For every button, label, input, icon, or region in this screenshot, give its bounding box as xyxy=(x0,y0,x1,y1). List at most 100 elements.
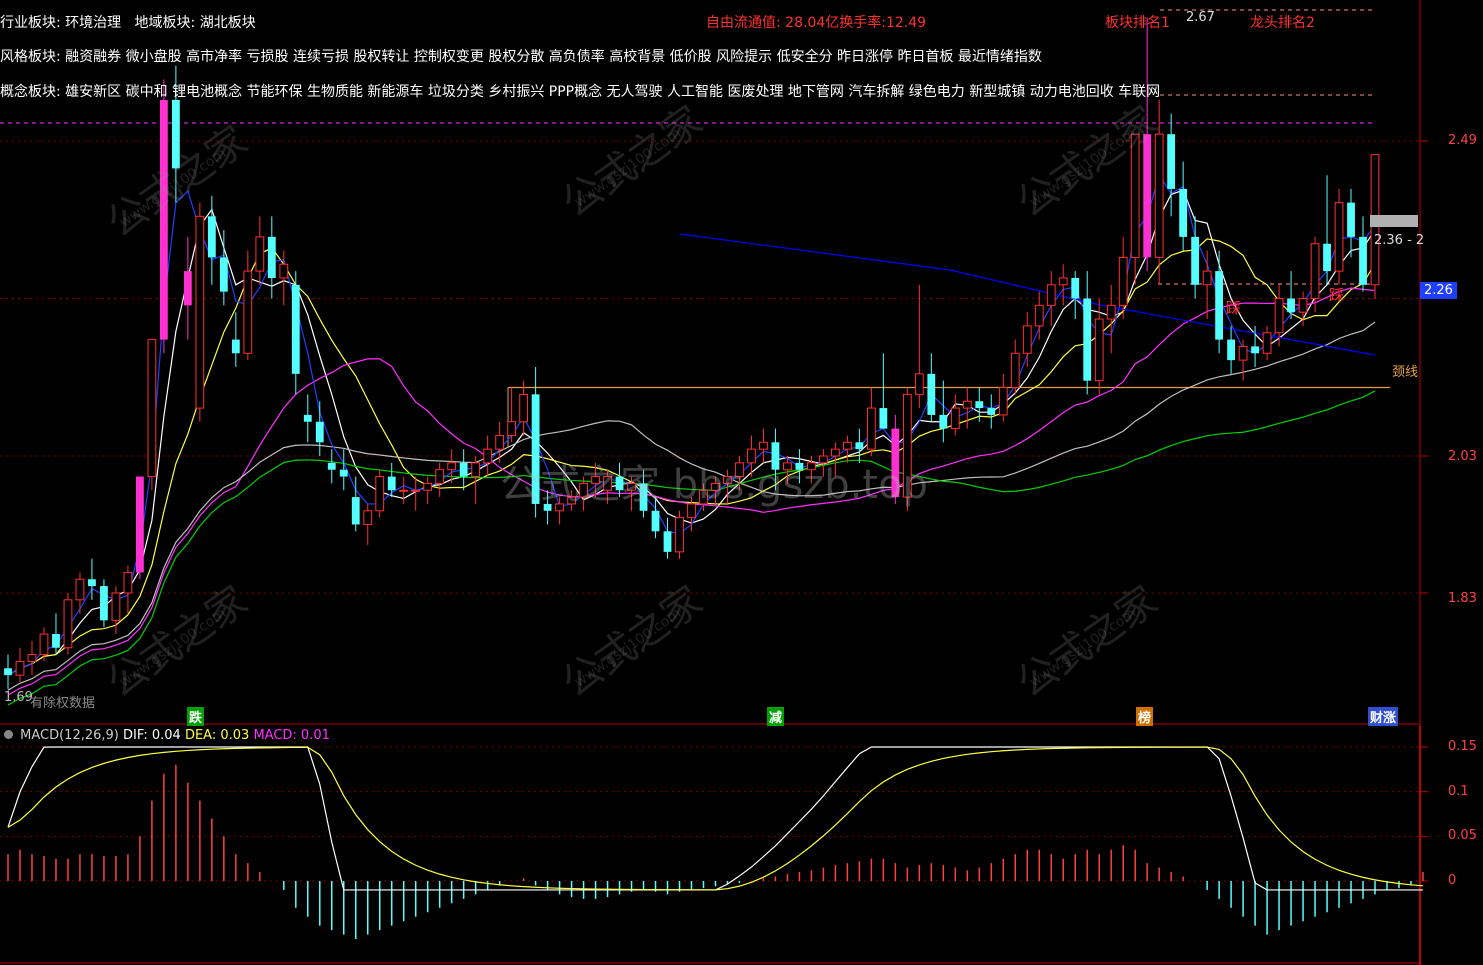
candle-body-31 xyxy=(375,476,385,512)
candle-body-81 xyxy=(975,401,984,409)
candle-body-42 xyxy=(507,421,517,436)
candle-body-71 xyxy=(855,442,864,450)
ex-rights-note: 有除权数据 xyxy=(30,696,96,711)
industry-sector-line: 行业板块: 环境治理 地域板块: 湖北板块 xyxy=(0,12,256,32)
dragon-rank: 龙头排名2 xyxy=(1250,15,1315,31)
candle-body-4 xyxy=(52,634,60,648)
dea-line xyxy=(7,746,1424,891)
style-sector-values: 融资融券 微小盘股 高市净率 亏损股 连续亏损 股权转让 控制权变更 股权分散 … xyxy=(65,49,1042,65)
candle-body-27 xyxy=(327,462,336,470)
candle-body-34 xyxy=(411,489,421,492)
candle-body-84 xyxy=(1010,352,1020,389)
candle-body-83 xyxy=(998,387,1008,416)
candle-body-35 xyxy=(423,482,433,491)
candle-body-11 xyxy=(136,476,144,573)
macd-toggle-icon[interactable] xyxy=(4,730,13,739)
candle-body-78 xyxy=(939,414,948,429)
candle-body-73 xyxy=(879,408,888,429)
macd-tick-1: 0.1 xyxy=(1448,784,1469,799)
candle-body-93 xyxy=(1118,256,1128,306)
candle-body-1 xyxy=(15,660,25,676)
candle-body-70 xyxy=(842,441,852,450)
candle-body-26 xyxy=(315,421,324,443)
candle-body-111 xyxy=(1334,202,1344,272)
candle-body-12 xyxy=(147,339,157,478)
candle-body-33 xyxy=(399,489,409,492)
candle-body-17 xyxy=(207,216,216,258)
style-sector-line: 风格板块: 融资融券 微小盘股 高市净率 亏损股 连续亏损 股权转让 控制权变更… xyxy=(0,46,1042,66)
marker-rank: 榜 xyxy=(1136,707,1154,726)
region-sector-values: 湖北板块 xyxy=(199,15,256,31)
candle-body-55 xyxy=(663,531,672,552)
candle-body-106 xyxy=(1274,298,1284,334)
candle-body-97 xyxy=(1167,134,1176,189)
candle-body-29 xyxy=(351,497,360,525)
sector-rank: 板块排名1 xyxy=(1105,15,1170,31)
candle-body-113 xyxy=(1359,236,1367,285)
candle-body-85 xyxy=(1022,325,1032,354)
candle-body-36 xyxy=(435,469,445,484)
candle-body-105 xyxy=(1262,332,1272,354)
candle-body-7 xyxy=(88,579,96,587)
y-tick-0: 2.49 xyxy=(1448,133,1477,148)
neckline-label: 颈线 xyxy=(1392,365,1419,380)
macd-tick-0: 0.15 xyxy=(1448,739,1477,754)
style-sector-label: 风格板块: xyxy=(0,49,61,65)
concept-sector-values: 雄安新区 碳中和 锂电池概念 节能环保 生物质能 新能源车 垃圾分类 乡村振兴 … xyxy=(65,84,1161,100)
candle-body-102 xyxy=(1227,339,1236,361)
candle-body-72 xyxy=(866,407,876,450)
macd-dif: DIF: 0.04 xyxy=(123,728,181,743)
candle-body-37 xyxy=(447,462,457,471)
candle-body-99 xyxy=(1191,236,1200,285)
marker-reduce: 减 xyxy=(767,707,785,726)
candle-body-30 xyxy=(363,510,373,525)
dif-line xyxy=(7,746,1423,891)
industry-sector-label: 行业板块: xyxy=(0,15,61,31)
candle-body-43 xyxy=(519,393,529,423)
candle-body-112 xyxy=(1347,202,1355,237)
candle-body-21 xyxy=(255,236,265,272)
candle-body-6 xyxy=(75,578,85,601)
concept-sector-label: 概念板块: xyxy=(0,84,61,100)
candle-body-9 xyxy=(111,592,121,621)
candle-body-40 xyxy=(483,448,493,464)
candle-body-25 xyxy=(303,414,312,422)
candle-body-20 xyxy=(243,270,253,354)
candle-body-28 xyxy=(339,469,348,477)
high-price-label: 2.67 xyxy=(1186,10,1215,25)
macd-header: MACD(12,26,9) DIF: 0.04 DEA: 0.03 MACD: … xyxy=(4,728,330,743)
candle-body-104 xyxy=(1251,346,1259,354)
candle-body-15 xyxy=(183,271,192,306)
concept-sector-line: 概念板块: 雄安新区 碳中和 锂电池概念 节能环保 生物质能 新能源车 垃圾分类… xyxy=(0,81,1160,101)
annotation-1: 踩 xyxy=(1226,299,1241,317)
macd-tick-2: 0.05 xyxy=(1448,828,1477,843)
marker-fall: 跌 xyxy=(187,707,205,726)
candle-body-92 xyxy=(1106,304,1116,320)
candle-body-41 xyxy=(495,434,505,450)
candle-body-5 xyxy=(63,599,73,649)
candle-body-16 xyxy=(195,215,205,409)
candle-body-0 xyxy=(4,668,12,676)
candle-body-19 xyxy=(231,339,240,354)
low-price-label: 1.69 xyxy=(4,690,33,705)
candle-body-107 xyxy=(1287,298,1295,313)
candle-body-101 xyxy=(1215,271,1224,340)
candle-body-10 xyxy=(123,571,133,594)
candle-body-63 xyxy=(759,441,768,450)
marker-finance-rise: 财涨 xyxy=(1368,707,1399,726)
candle-body-54 xyxy=(651,510,660,532)
industry-sector-values: 环境治理 xyxy=(65,15,122,31)
candle-body-86 xyxy=(1034,304,1044,327)
macd-dea: DEA: 0.03 xyxy=(184,728,250,743)
candle-body-56 xyxy=(675,517,684,553)
candle-body-76 xyxy=(914,373,924,395)
price-tag: 2.36 - 2 xyxy=(1374,233,1425,248)
candle-body-88 xyxy=(1058,277,1068,286)
macd-tick-3: 0 xyxy=(1448,873,1457,888)
candle-body-110 xyxy=(1323,243,1331,272)
candle-body-98 xyxy=(1179,188,1188,237)
price-tag-bar xyxy=(1370,215,1418,227)
candle-body-38 xyxy=(459,462,468,477)
candle-body-91 xyxy=(1094,318,1104,382)
candle-body-108 xyxy=(1298,298,1308,313)
